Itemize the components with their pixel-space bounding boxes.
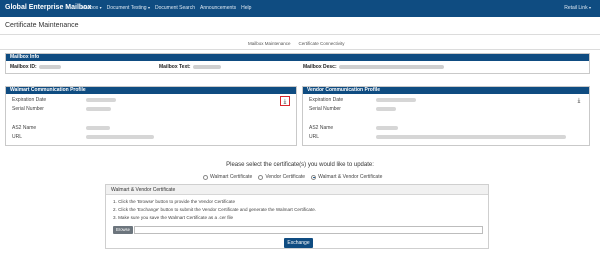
radio-label: Vendor Certificate: [265, 174, 306, 180]
brand-title[interactable]: Global Enterprise Mailbox: [5, 4, 91, 11]
redacted-value: [376, 126, 398, 130]
radio-walmart-certificate[interactable]: Walmart Certificate: [203, 174, 252, 180]
mailbox-desc-label: Mailbox Desc:: [303, 64, 337, 70]
mailbox-info-panel: Mailbox Info Mailbox ID: Mailbox Text: M…: [5, 53, 590, 74]
nav-item-mailbox[interactable]: Mailbox ▾: [81, 5, 102, 11]
radio-button-selected[interactable]: [311, 174, 317, 180]
redacted-value: [86, 98, 116, 102]
walmart-profile-header: Walmart Communication Profile: [6, 87, 296, 94]
redacted-value: [376, 107, 396, 111]
caret-down-icon: ▾: [99, 5, 102, 10]
radio-button[interactable]: [203, 174, 208, 180]
redacted-value: [86, 107, 111, 111]
mailbox-id-label: Mailbox ID:: [10, 64, 37, 70]
caret-down-icon: ▾: [588, 5, 591, 10]
certificate-question: Please select the certificate(s) you wou…: [226, 162, 374, 168]
mailbox-text-label: Mailbox Text:: [159, 64, 191, 70]
download-icon[interactable]: ⤓: [574, 96, 584, 106]
radio-vendor-certificate[interactable]: Vendor Certificate: [258, 174, 305, 180]
mailbox-info-header: Mailbox Info: [6, 54, 589, 61]
nav-item-document-search[interactable]: Document Search: [155, 5, 195, 11]
tab-mailbox-maintenance[interactable]: Mailbox Maintenance: [246, 40, 293, 47]
mailbox-desc: Mailbox Desc:: [303, 64, 444, 70]
radio-walmart-vendor-certificate[interactable]: Walmart & Vendor Certificate: [311, 174, 382, 180]
serial-number-label: Serial Number: [309, 106, 341, 112]
tab-certificate-connectivity[interactable]: Certificate Connectivity: [297, 40, 347, 47]
radio-label: Walmart & Vendor Certificate: [318, 174, 383, 180]
main-nav: Mailbox ▾ Document Testing ▾ Document Se…: [81, 5, 251, 11]
as2-name-label: AS2 Name: [309, 125, 334, 131]
mailbox-text: Mailbox Text:: [159, 64, 221, 70]
certificate-radio-group: Walmart Certificate Vendor Certificate W…: [203, 174, 382, 180]
radio-button[interactable]: [258, 174, 264, 180]
radio-label: Walmart Certificate: [210, 174, 253, 180]
mailbox-id: Mailbox ID:: [10, 64, 61, 70]
url-label: URL: [12, 134, 23, 140]
redacted-value: [38, 64, 61, 69]
vendor-profile-header: Vendor Communication Profile: [303, 87, 589, 94]
browse-button[interactable]: Browse: [113, 226, 133, 234]
expiration-date-label: Expiration Date: [12, 97, 47, 103]
redacted-value: [376, 98, 416, 102]
nav-label-mailbox: Mailbox: [81, 5, 99, 11]
vendor-profile-panel: Vendor Communication Profile Expiration …: [302, 86, 590, 146]
as2-name-label: AS2 Name: [12, 125, 37, 131]
walmart-profile-panel: Walmart Communication Profile Expiration…: [5, 86, 297, 146]
instruction-step-1: 1. Click the 'Browse' button to provide …: [113, 199, 236, 204]
serial-number-label: Serial Number: [12, 106, 44, 112]
redacted-value: [338, 64, 444, 69]
divider: [0, 34, 600, 35]
certificate-file-input[interactable]: [134, 226, 483, 234]
expiration-date-label: Expiration Date: [309, 97, 344, 103]
subtabs: Mailbox Maintenance Certificate Connecti…: [246, 40, 347, 47]
caret-down-icon: ▾: [147, 5, 150, 10]
top-navbar: Global Enterprise Mailbox Mailbox ▾ Docu…: [0, 0, 600, 17]
instruction-step-3: 3. Make sure you save the Walmart Certif…: [113, 215, 234, 220]
url-label: URL: [309, 134, 320, 140]
redacted-value: [86, 126, 110, 130]
redacted-value: [192, 64, 221, 69]
instruction-step-2: 2. Click the 'Exchange' button to submit…: [113, 207, 317, 212]
instructions-header: Walmart & Vendor Certificate: [106, 185, 488, 195]
redacted-value: [376, 135, 566, 139]
nav-item-help[interactable]: Help: [241, 5, 251, 11]
instructions-panel: Walmart & Vendor Certificate 1. Click th…: [105, 184, 489, 249]
redacted-value: [86, 135, 154, 139]
user-menu[interactable]: Retail Link ▾: [564, 5, 591, 11]
download-icon[interactable]: ⤓: [280, 96, 290, 106]
exchange-button[interactable]: Exchange: [284, 238, 313, 248]
nav-item-announcements[interactable]: Announcements: [200, 5, 236, 11]
nav-item-document-testing[interactable]: Document Testing ▾: [107, 5, 150, 11]
user-menu-label: Retail Link: [564, 5, 588, 11]
nav-label-document-testing: Document Testing: [106, 5, 147, 11]
divider: [0, 49, 600, 50]
page-title: Certificate Maintenance: [5, 22, 79, 29]
